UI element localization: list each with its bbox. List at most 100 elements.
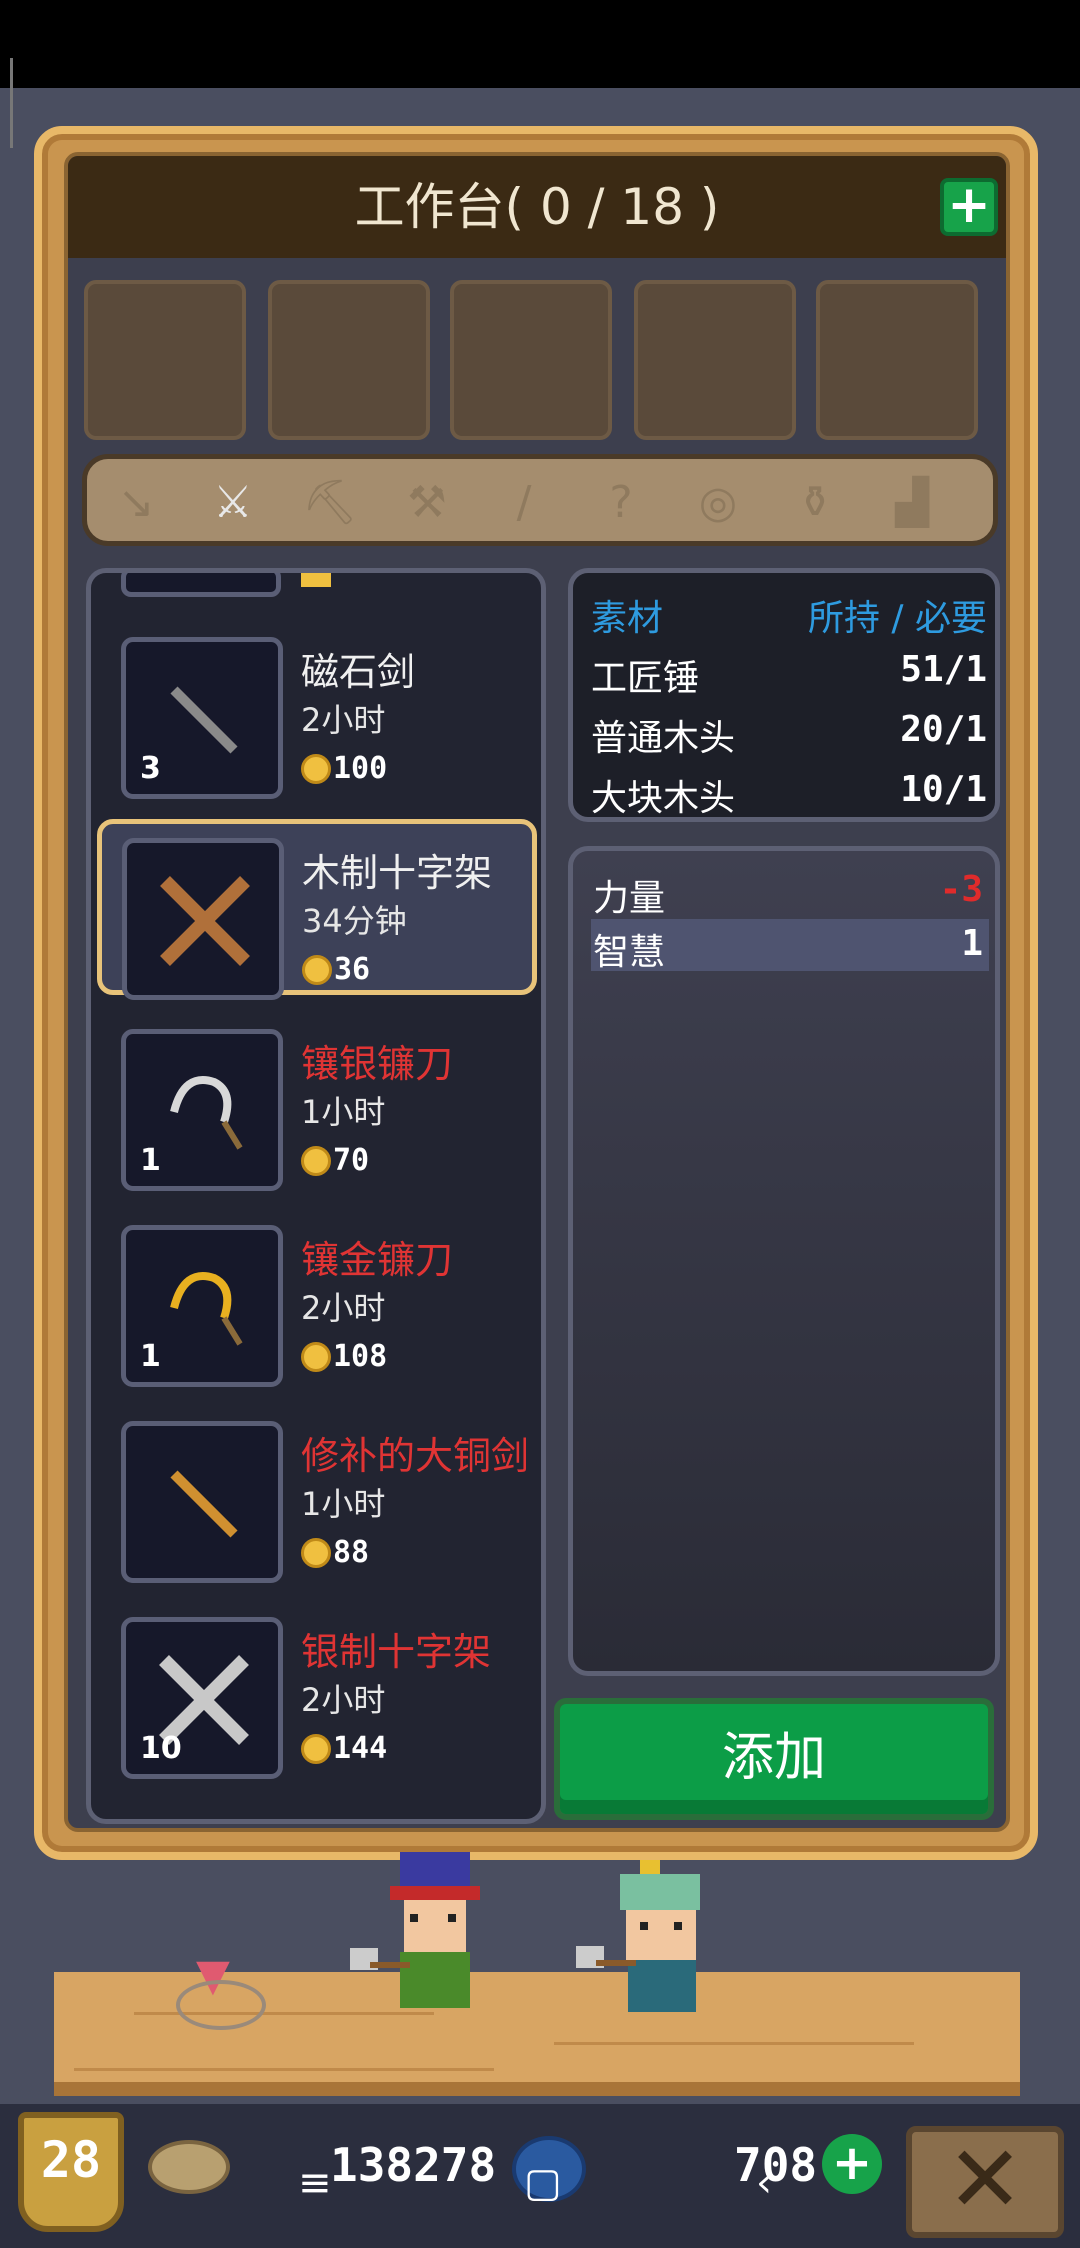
stat-value: 1 (961, 923, 983, 964)
recipe-item[interactable]: 1 镶金镰刀 2小时 108 (101, 1211, 533, 1387)
price-value: 144 (333, 1731, 388, 1766)
sword-icon[interactable]: ⚔ (198, 467, 268, 537)
gold-coin-icon (148, 2140, 230, 2194)
status-tick (10, 58, 13, 148)
home-nav-icon[interactable]: ▢ (524, 2160, 562, 2206)
craft-slot[interactable] (268, 280, 430, 440)
craft-time: 2小时 (301, 1681, 386, 1719)
owned-count: 10 (140, 1731, 182, 1766)
coin-icon (302, 954, 332, 985)
category-tabs: ↘ ⚔ ⛏ ⚒ /? ◎ ⚱ ▟ (82, 454, 998, 546)
craft-slot[interactable] (84, 280, 246, 440)
price-value: 100 (333, 751, 388, 786)
material-row: 普通木头 20/1 (591, 703, 987, 761)
floor-grain (554, 2042, 914, 2045)
craft-slots (84, 280, 1004, 440)
craft-slot[interactable] (450, 280, 612, 440)
price-value: 108 (333, 1339, 388, 1374)
level-badge[interactable]: 28 (18, 2112, 124, 2232)
recipe-item[interactable]: 3 磁石剑 2小时 100 (101, 623, 533, 799)
hammer-icon[interactable]: ⚒ (392, 467, 462, 537)
material-name: 工匠锤 (591, 658, 700, 699)
recipe-name: 银制十字架 (301, 1630, 492, 1674)
coin-icon (301, 1145, 331, 1176)
recipe-thumbnail: 3 (121, 637, 283, 799)
stat-name: 力量 (593, 878, 666, 919)
price: 70 (301, 1143, 369, 1178)
material-count: 20/1 (900, 709, 987, 750)
craft-slot[interactable] (816, 280, 978, 440)
recipe-thumbnail: 1 (121, 1029, 283, 1191)
craft-slot[interactable] (634, 280, 796, 440)
spear-icon[interactable]: / (489, 467, 559, 537)
partial-list-item (121, 573, 281, 597)
gem-amount: 708 (734, 2138, 818, 2192)
recipe-thumbnail: 10 (121, 1617, 283, 1779)
price-value: 36 (334, 952, 371, 987)
recipe-name: 镶金镰刀 (301, 1238, 454, 1282)
material-count: 10/1 (900, 769, 987, 810)
coin-icon (301, 1341, 331, 1372)
arrow-icon[interactable]: ↘ (101, 467, 171, 537)
material-count: 51/1 (900, 649, 987, 690)
stat-row-strength: 力量 -3 (591, 865, 989, 919)
owned-count: 1 (140, 1339, 161, 1374)
menu-nav-icon[interactable]: ≡ (298, 2160, 332, 2206)
stat-name: 智慧 (593, 932, 666, 973)
magnet-sword-icon (170, 686, 238, 754)
price-value: 88 (333, 1535, 370, 1570)
recipe-item[interactable]: 木制十字架 34分钟 36 (97, 819, 537, 1000)
craft-time: 1小时 (301, 1093, 386, 1131)
price: 108 (301, 1339, 387, 1374)
coin-icon (301, 1537, 331, 1568)
recipe-name: 镶银镰刀 (301, 1042, 454, 1086)
owned-count: 1 (140, 1143, 161, 1178)
placement-marker[interactable] (176, 1980, 266, 2030)
bucket-icon[interactable]: ▟ (877, 467, 947, 537)
close-button[interactable]: ✕ (906, 2126, 1064, 2238)
bow-icon[interactable]: ◎ (683, 467, 753, 537)
back-nav-icon[interactable]: ‹ (756, 2160, 772, 2206)
materials-header: 素材 所持 / 必要 (591, 583, 987, 641)
question-icon[interactable]: ? (586, 467, 656, 537)
workbench-panel: 工作台( 0 / 18 ) + ↘ ⚔ ⛏ ⚒ /? ◎ ⚱ ▟ 3 磁石剑 2小时 100 木制十字… (34, 126, 1038, 1860)
axe-icon[interactable]: ⛏ (295, 467, 365, 537)
craft-time: 2小时 (301, 701, 386, 739)
status-bar (0, 0, 1080, 148)
material-row: 大块木头 10/1 (591, 763, 987, 821)
recipe-name: 木制十字架 (302, 851, 493, 895)
gold-amount: 138278 (330, 2138, 497, 2192)
wooden-cross-icon (160, 876, 250, 966)
add-button[interactable]: 添加 (554, 1698, 994, 1820)
stats-panel: 力量 -3 智慧 1 (568, 846, 1000, 1676)
blacksmith-npc-1[interactable] (340, 1852, 510, 2032)
recipe-name: 修补的大铜剑 (301, 1434, 530, 1478)
material-row: 工匠锤 51/1 (591, 643, 987, 701)
recipe-list[interactable]: 3 磁石剑 2小时 100 木制十字架 34分钟 36 1 镶银镰刀 1小时 70 1 镶金镰刀 2小时 1… (86, 568, 546, 1824)
material-name: 普通木头 (591, 718, 736, 759)
recipe-item[interactable]: 10 银制十字架 2小时 144 (101, 1603, 533, 1779)
expand-slots-button[interactable]: + (940, 178, 998, 236)
pot-icon[interactable]: ⚱ (780, 467, 850, 537)
workbench-inner: 工作台( 0 / 18 ) + ↘ ⚔ ⛏ ⚒ /? ◎ ⚱ ▟ 3 磁石剑 2小时 100 木制十字… (64, 152, 1010, 1832)
floor-grain (74, 2068, 494, 2071)
price: 144 (301, 1731, 387, 1766)
price-value: 70 (333, 1143, 370, 1178)
materials-label: 素材 (591, 598, 664, 639)
held-required-label: 所持 / 必要 (807, 598, 987, 639)
title-bar: 工作台( 0 / 18 ) + (68, 156, 1006, 258)
recipe-item[interactable]: 1 镶银镰刀 1小时 70 (101, 1015, 533, 1191)
owned-count: 3 (140, 751, 161, 786)
craft-time: 1小时 (301, 1485, 386, 1523)
buy-gems-button[interactable]: + (822, 2134, 882, 2194)
page-title: 工作台( 0 / 18 ) (354, 178, 720, 236)
recipe-item[interactable]: 修补的大铜剑 1小时 88 (101, 1407, 533, 1583)
craft-time: 34分钟 (302, 902, 407, 940)
recipe-name: 磁石剑 (301, 650, 416, 694)
price: 100 (301, 751, 387, 786)
material-name: 大块木头 (591, 778, 736, 819)
recipe-thumbnail (122, 838, 284, 1000)
silver-sickle-icon (170, 1076, 243, 1150)
recipe-thumbnail (121, 1421, 283, 1583)
blacksmith-npc-2[interactable] (570, 1860, 740, 2030)
